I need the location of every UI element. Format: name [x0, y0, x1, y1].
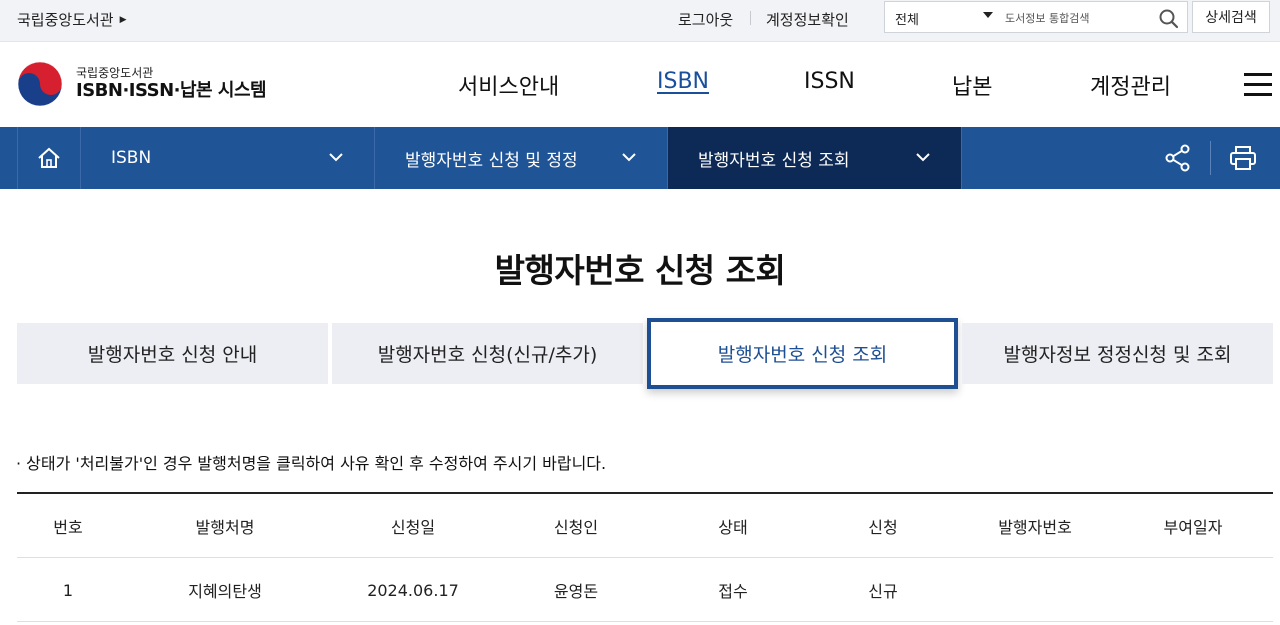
home-button[interactable] [17, 127, 80, 189]
application-table: 번호 발행처명 신청일 신청인 상태 신청 발행자번호 부여일자 1 지혜의탄생… [17, 492, 1273, 622]
search-icon[interactable] [1159, 9, 1179, 33]
cell-applicant: 윤영돈 [553, 582, 599, 601]
nav-isbn[interactable]: ISBN [657, 69, 709, 94]
column-header: 신청일 [390, 518, 436, 537]
share-icon[interactable] [1163, 143, 1193, 177]
chevron-down-icon [916, 153, 930, 162]
logo-org-name: 국립중앙도서관 [76, 66, 154, 80]
cell-publisher-name[interactable]: 지혜의탄생 [119, 558, 331, 622]
search-box: 전체 [884, 1, 1188, 33]
column-header: 부여일자 [1163, 518, 1223, 537]
divider [750, 11, 751, 25]
breadcrumb-level3-label: 발행자번호 신청 조회 [698, 150, 850, 171]
cell-publisher-number [957, 558, 1113, 622]
breadcrumb-level2-label: 발행자번호 신청 및 정정 [405, 150, 578, 171]
chevron-down-icon [329, 153, 343, 162]
print-icon[interactable] [1229, 145, 1257, 175]
nav-service-info[interactable]: 서비스안내 [458, 69, 559, 101]
nav-account[interactable]: 계정관리 [1090, 69, 1171, 101]
search-input[interactable] [1005, 7, 1145, 29]
column-header: 번호 [53, 518, 83, 537]
cell-application-type: 신규 [868, 582, 898, 601]
tab-application-new[interactable]: 발행자번호 신청(신규/추가) [332, 323, 643, 384]
column-header: 신청 [868, 518, 898, 537]
divider [1210, 141, 1211, 175]
table-header-row: 번호 발행처명 신청일 신청인 상태 신청 발행자번호 부여일자 [17, 494, 1273, 558]
breadcrumb-level1-label: ISBN [111, 148, 152, 168]
nav-legal-deposit[interactable]: 납본 [952, 69, 992, 101]
org-link-label: 국립중앙도서관 [17, 11, 114, 29]
tab-publisher-correction[interactable]: 발행자정보 정정신청 및 조회 [962, 323, 1273, 384]
column-header: 발행처명 [195, 518, 255, 537]
dropdown-caret-icon[interactable] [983, 12, 993, 18]
chevron-down-icon [622, 153, 636, 162]
cell-status: 접수 [718, 582, 748, 601]
site-logo[interactable]: 국립중앙도서관 ISBN·ISSN·납본 시스템 [16, 60, 267, 108]
table-row: 1 지혜의탄생 2024.06.17 윤영돈 접수 신규 [17, 558, 1273, 622]
column-header: 발행자번호 [998, 518, 1072, 537]
taegeuk-emblem-icon [17, 61, 63, 107]
location-bar: ISBN 발행자번호 신청 및 정정 발행자번호 신청 조회 [0, 127, 1280, 189]
divider [961, 127, 962, 189]
org-link[interactable]: 국립중앙도서관 ▶ [17, 9, 127, 30]
cell-application-date: 2024.06.17 [367, 580, 459, 600]
breadcrumb-level3[interactable]: 발행자번호 신청 조회 [667, 127, 961, 189]
menu-icon[interactable] [1244, 73, 1274, 97]
account-check-link[interactable]: 계정정보확인 [766, 9, 849, 30]
nav-issn[interactable]: ISSN [804, 69, 855, 94]
caret-right-icon: ▶ [119, 14, 127, 25]
tab-application-inquiry[interactable]: 발행자번호 신청 조회 [647, 318, 958, 389]
cell-number: 1 [62, 580, 74, 600]
home-icon [38, 147, 60, 168]
cell-assigned-date [1113, 558, 1273, 622]
breadcrumb-level1[interactable]: ISBN [80, 127, 374, 189]
top-utility-bar: 국립중앙도서관 ▶ 로그아웃 계정정보확인 전체 상세검색 [0, 0, 1280, 42]
breadcrumb-level2[interactable]: 발행자번호 신청 및 정정 [374, 127, 667, 189]
tab-application-guide[interactable]: 발행자번호 신청 안내 [17, 323, 328, 384]
column-header: 상태 [718, 518, 748, 537]
search-scope-select[interactable]: 전체 [895, 9, 919, 28]
column-header: 신청인 [553, 518, 599, 537]
logo-system-name: ISBN·ISSN·납본 시스템 [76, 80, 267, 101]
site-header: 국립중앙도서관 ISBN·ISSN·납본 시스템 서비스안내 ISBN ISSN… [0, 42, 1280, 127]
notice-text: · 상태가 '처리불가'인 경우 발행처명을 클릭하여 사유 확인 후 수정하여… [16, 454, 607, 473]
page-title: 발행자번호 신청 조회 [494, 251, 786, 290]
advanced-search-button[interactable]: 상세검색 [1192, 1, 1270, 33]
logout-link[interactable]: 로그아웃 [678, 9, 733, 30]
